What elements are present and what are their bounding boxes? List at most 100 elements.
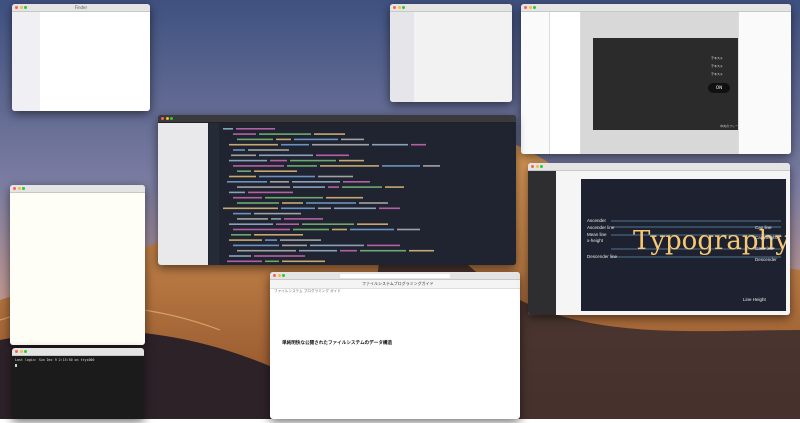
label-ascender: Ascender [587,218,607,223]
code-token [233,133,256,135]
preview-titlebar[interactable] [390,4,512,12]
code-token [423,165,440,167]
terminal-window[interactable]: Last login: Sun Dec 9 2:15:50 on ttys000 [12,348,144,419]
minimize-button[interactable] [17,187,21,190]
code-token [299,249,337,252]
zoom-button[interactable] [170,117,173,120]
code-token [281,207,315,210]
preview-window[interactable] [390,4,512,102]
pages-titlebar[interactable] [10,185,145,193]
code-token [287,165,317,167]
safari-heading: 単純明快な公開されたファイルシステムのデータ構造 [282,341,393,346]
code-token [254,234,303,236]
xcode-window[interactable] [158,115,516,265]
finder-file-list [41,12,150,111]
xcode-titlebar[interactable] [158,115,516,123]
sketch-label-2: テキスト [711,64,723,68]
code-token [223,207,278,210]
code-token [318,207,331,210]
code-token [382,165,420,167]
code-token [265,260,279,263]
label-ascender-line: Ascender line [587,225,615,230]
code-token [411,143,426,146]
code-token [229,143,278,146]
finder-titlebar[interactable]: Finder [12,4,150,12]
minimize-button[interactable] [19,6,23,9]
code-token [334,207,376,210]
safari-titlebar[interactable] [270,272,520,280]
terminal-titlebar[interactable] [12,348,144,356]
code-token [292,181,340,183]
safari-window[interactable]: ファイルシステムプログラミングガイド ファイルシステム プログラミング ガイド … [270,272,520,419]
sketch-artboard: ON テキスト テキスト テキスト 中央のフレーム [593,38,743,130]
xcode-editor[interactable] [209,123,516,265]
sketch-window[interactable]: ON テキスト テキスト テキスト 中央のフレーム [521,4,791,154]
minimize-button[interactable] [165,117,169,120]
label-cap-line: Cap line [755,225,772,230]
minimize-button[interactable] [19,350,23,353]
code-token [281,143,309,146]
minimize-button[interactable] [528,6,532,9]
close-button[interactable] [531,165,534,168]
close-button[interactable] [273,274,276,277]
code-token [233,165,284,167]
typography-word: Typography [633,226,786,256]
code-token [233,244,279,247]
close-button[interactable] [524,6,527,9]
code-token [280,239,321,241]
code-token [233,149,245,151]
zoom-button[interactable] [282,274,285,277]
code-token [233,196,262,199]
code-token [342,186,382,188]
close-button[interactable] [161,117,164,120]
code-token [302,223,354,225]
minimize-button[interactable] [397,6,401,9]
code-token [290,159,336,162]
code-token [367,244,400,247]
zoom-button[interactable] [402,6,405,9]
code-token [312,143,369,146]
code-token [237,218,268,220]
sketch-toggle[interactable]: ON [708,83,730,93]
close-button[interactable] [13,187,16,190]
pages-window[interactable] [10,185,145,345]
label-base-line: Base line [755,246,774,251]
code-token [229,223,273,225]
code-token [237,138,273,141]
code-token [357,223,388,225]
code-token [340,249,357,252]
minimize-button[interactable] [535,165,539,168]
safari-subheading: ファイルシステム プログラミング ガイド [274,289,341,293]
zoom-button[interactable] [540,165,543,168]
code-token [293,228,329,231]
code-token [270,181,289,183]
finder-window[interactable]: Finder [12,4,150,111]
code-token [265,239,277,241]
typography-window[interactable]: Typography Ascender Ascender line Mean l… [528,163,790,315]
typography-titlebar[interactable] [528,163,790,171]
code-token [233,228,290,231]
safari-address-bar[interactable] [340,273,450,278]
terminal-last-login: Last login: Sun Dec 9 2:15:50 on ttys000 [15,358,95,362]
code-token [294,138,338,141]
zoom-button[interactable] [22,187,25,190]
sketch-symbols-panel [550,12,581,154]
preview-thumbnail-grid [417,16,508,98]
code-token [409,249,434,252]
code-token [359,202,388,204]
code-token [270,159,287,162]
code-token [310,244,364,247]
minimize-button[interactable] [277,274,281,277]
close-button[interactable] [393,6,396,9]
sketch-titlebar[interactable] [521,4,791,12]
code-token [318,175,353,178]
label-descender: Descender [755,257,777,262]
zoom-button[interactable] [24,6,27,9]
close-button[interactable] [15,350,18,353]
close-button[interactable] [15,6,18,9]
zoom-button[interactable] [24,350,27,353]
code-token [229,239,262,241]
sketch-label-1: テキスト [711,56,723,60]
zoom-button[interactable] [533,6,536,9]
sketch-canvas[interactable]: ON テキスト テキスト テキスト 中央のフレーム [581,12,743,154]
